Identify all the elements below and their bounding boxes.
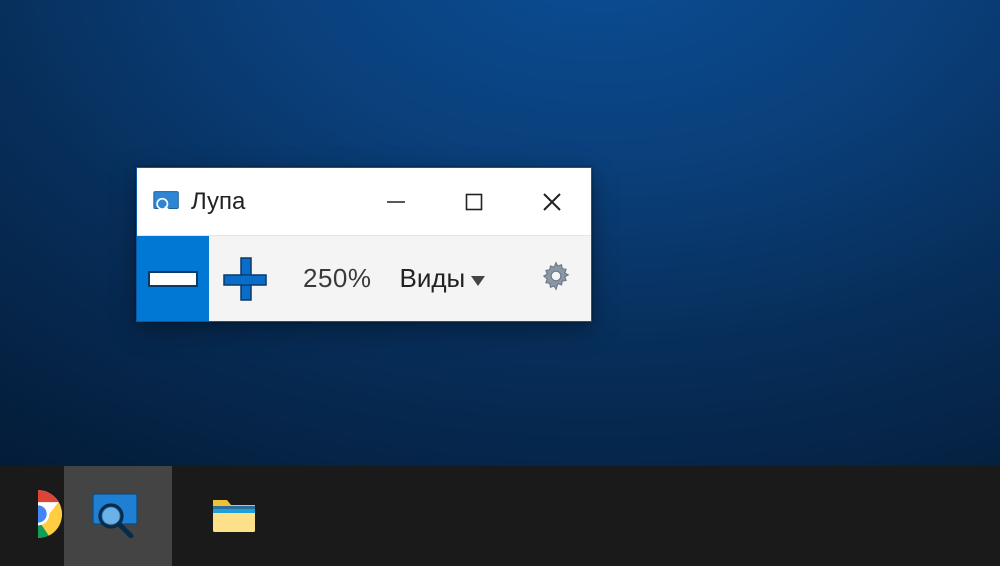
title-bar[interactable]: Лупа — [137, 168, 591, 236]
taskbar[interactable] — [0, 466, 1000, 566]
settings-button[interactable] — [521, 236, 591, 321]
magnifier-window: Лупа — [136, 167, 592, 322]
chrome-icon — [12, 488, 64, 545]
taskbar-item-magnifier[interactable] — [64, 466, 172, 566]
window-title: Лупа — [191, 188, 245, 216]
magnifier-app-icon — [151, 190, 183, 214]
minimize-button[interactable] — [357, 168, 435, 235]
plus-icon — [218, 252, 272, 306]
views-dropdown[interactable]: Виды — [400, 263, 486, 294]
gear-icon — [539, 259, 573, 298]
magnifier-taskbar-icon — [89, 490, 147, 543]
zoom-in-button[interactable] — [209, 236, 281, 321]
taskbar-item-chrome[interactable] — [0, 466, 56, 566]
zoom-out-button[interactable] — [137, 236, 209, 321]
desktop-background[interactable]: Лупа — [0, 0, 1000, 566]
zoom-level-label: 250% — [303, 263, 372, 294]
folder-icon — [209, 492, 259, 541]
magnifier-toolbar: 250% Виды — [137, 236, 591, 321]
views-dropdown-label: Виды — [400, 263, 466, 294]
taskbar-item-file-explorer[interactable] — [180, 466, 288, 566]
maximize-button[interactable] — [435, 168, 513, 235]
close-button[interactable] — [513, 168, 591, 235]
dropdown-caret-icon — [471, 276, 485, 286]
minus-icon — [148, 271, 198, 287]
